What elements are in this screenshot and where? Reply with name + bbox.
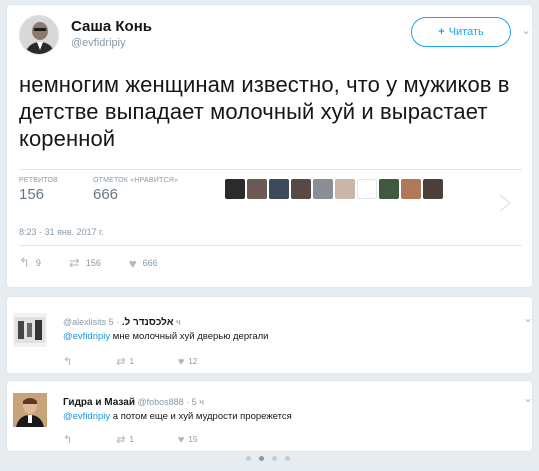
liker-avatar[interactable] [247, 179, 267, 199]
like-count: 666 [142, 258, 158, 268]
reply-author-handle[interactable]: @alexlisits [63, 317, 106, 327]
add-user-icon: + [438, 26, 445, 38]
reply-avatar[interactable] [13, 313, 47, 347]
liker-avatar[interactable] [357, 179, 377, 199]
liker-avatar[interactable] [291, 179, 311, 199]
heart-icon: ♥ [177, 433, 185, 446]
author-avatar[interactable] [19, 15, 59, 55]
retweet-count: 1 [129, 435, 134, 444]
reply-tweet[interactable]: Гидра и Мазай @fobos888 · 5 ч ⌄ @evfidri… [6, 380, 533, 452]
reply-button[interactable]: ↰ 9 [19, 255, 41, 271]
reply-mention[interactable]: @evfidripiy [63, 331, 110, 342]
chevron-down-icon[interactable]: ⌄ [523, 311, 533, 325]
tweet-actions: ↰ 9 ⇄ 156 ♥ 666 [19, 255, 186, 271]
follow-button-label: Читать [448, 26, 484, 38]
reply-author-handle[interactable]: @fobos888 [138, 397, 184, 407]
reply-author-name[interactable]: אלכסנדר ל. [122, 317, 174, 328]
divider [19, 169, 522, 170]
divider [19, 245, 522, 246]
retweets-count[interactable]: 156 [19, 186, 44, 203]
liker-avatars [225, 179, 443, 199]
reply-header: @alexlisits אלכסנדר ל. · 5 ч [63, 317, 181, 328]
like-button[interactable]: ♥ 15 [178, 434, 197, 446]
pagination-dots [246, 456, 290, 461]
liker-avatar[interactable] [335, 179, 355, 199]
retweet-icon: ⇄ [116, 434, 126, 446]
retweet-button[interactable]: ⇄ 1 [116, 355, 134, 368]
likes-count[interactable]: 666 [93, 186, 118, 203]
retweet-count: 1 [129, 357, 134, 366]
heart-icon: ♥ [128, 255, 137, 271]
pagination-dot[interactable] [285, 456, 290, 461]
reply-mention[interactable]: @evfidripiy [63, 411, 110, 422]
reply-actions: ↰ ⇄ 1 ♥ 15 [63, 433, 241, 447]
reply-actions: ↰ ⇄ 1 ♥ 12 [63, 355, 241, 369]
likes-label: ОТМЕТОК «НРАВИТСЯ» [93, 177, 179, 184]
reply-tweet[interactable]: @alexlisits אלכסנדר ל. · 5 ч ⌄ @evfidrip… [6, 296, 533, 374]
reply-header: Гидра и Мазай @fobos888 · 5 ч [63, 397, 204, 408]
chevron-down-icon[interactable]: ⌄ [521, 23, 531, 37]
reply-icon: ↰ [63, 356, 73, 368]
reply-button[interactable]: ↰ [63, 433, 72, 446]
liker-avatar[interactable] [401, 179, 421, 199]
pagination-dot[interactable] [272, 456, 277, 461]
reply-time[interactable]: · 5 ч [186, 397, 204, 407]
tweet-text: немногим женщинам известно, что у мужико… [19, 72, 510, 151]
main-tweet-card: Саша Конь @evfidripiy + Читать ⌄ немноги… [6, 4, 533, 288]
tweet-timestamp[interactable]: 8:23 - 31 янв. 2017 г. [19, 227, 104, 237]
like-count: 15 [188, 435, 198, 444]
liker-avatar[interactable] [423, 179, 443, 199]
reply-count: 9 [35, 258, 41, 268]
follow-button[interactable]: + Читать [411, 17, 511, 47]
reply-body: мне молочный хуй дверью дергали [112, 331, 269, 342]
reply-icon: ↰ [63, 434, 73, 446]
retweet-icon: ⇄ [116, 356, 126, 368]
reply-icon: ↰ [19, 255, 30, 270]
pagination-dot[interactable] [246, 456, 251, 461]
retweets-label: РЕТВИТОВ [19, 177, 58, 184]
author-name[interactable]: Саша Конь [71, 18, 152, 35]
liker-avatar[interactable] [269, 179, 289, 199]
retweet-button[interactable]: ⇄ 1 [116, 433, 134, 446]
reply-text: @evfidripiy а потом еще и хуй мудрости п… [63, 411, 292, 422]
chevron-right-icon[interactable] [495, 193, 515, 213]
like-count: 12 [188, 357, 198, 366]
liker-avatar[interactable] [313, 179, 333, 199]
reply-button[interactable]: ↰ [63, 355, 72, 368]
reply-author-name[interactable]: Гидра и Мазай [63, 397, 135, 408]
reply-avatar[interactable] [13, 393, 47, 427]
liker-avatar[interactable] [225, 179, 245, 199]
author-handle[interactable]: @evfidripiy [71, 37, 126, 49]
retweet-button[interactable]: ⇄ 156 [69, 255, 101, 271]
chevron-down-icon[interactable]: ⌄ [523, 391, 533, 405]
retweet-count: 156 [85, 258, 101, 268]
like-button[interactable]: ♥ 12 [178, 356, 197, 368]
like-button[interactable]: ♥ 666 [129, 256, 158, 271]
pagination-dot[interactable] [259, 456, 264, 461]
reply-body: а потом еще и хуй мудрости прорежется [112, 411, 292, 422]
heart-icon: ♥ [177, 355, 185, 368]
liker-avatar[interactable] [379, 179, 399, 199]
reply-text: @evfidripiy мне молочный хуй дверью дерг… [63, 331, 269, 342]
retweet-icon: ⇄ [68, 255, 80, 270]
